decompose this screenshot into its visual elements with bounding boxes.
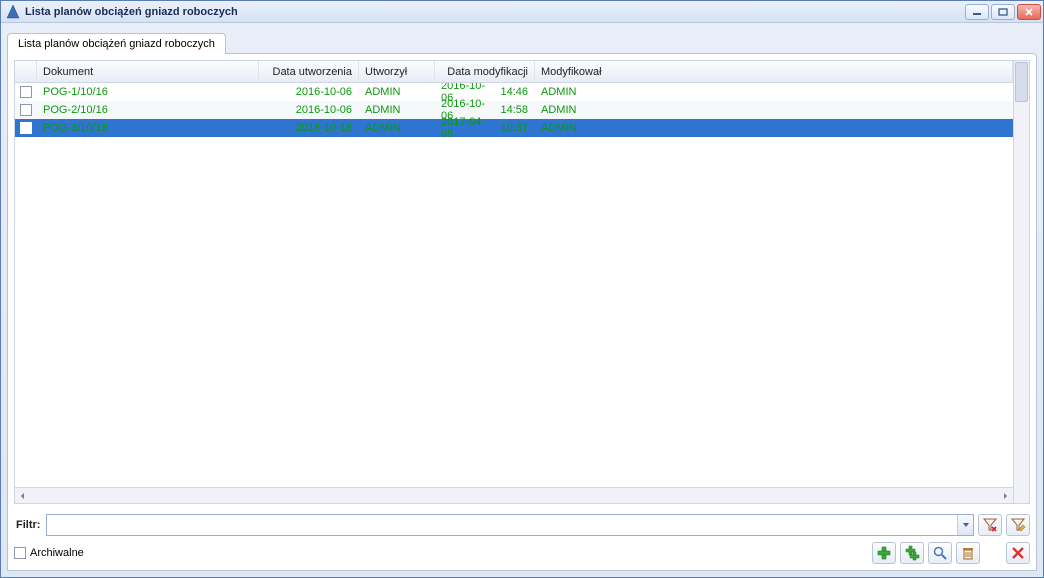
cell-data-utworzenia: 2016-10-18 bbox=[259, 122, 359, 134]
titlebar: Lista planów obciążeń gniazd roboczych bbox=[1, 1, 1043, 23]
app-icon bbox=[5, 4, 21, 20]
clear-filter-button[interactable] bbox=[978, 514, 1002, 536]
filter-row: Filtr: bbox=[8, 514, 1036, 536]
scroll-right-icon[interactable] bbox=[997, 488, 1013, 503]
trash-icon bbox=[960, 545, 976, 561]
cell-utworzyl: ADMIN bbox=[359, 104, 435, 116]
tabstrip: Lista planów obciążeń gniazd roboczych bbox=[7, 29, 1037, 53]
cell-utworzyl: ADMIN bbox=[359, 122, 435, 134]
delete-button[interactable] bbox=[956, 542, 980, 564]
window-title: Lista planów obciążeń gniazd roboczych bbox=[25, 6, 965, 18]
table-row[interactable]: POG-2/10/162016-10-06ADMIN2016-10-0614:5… bbox=[15, 101, 1013, 119]
window-buttons bbox=[965, 4, 1041, 20]
filter-combo[interactable] bbox=[46, 514, 974, 536]
footer: Filtr: bbox=[8, 510, 1036, 570]
col-dokument[interactable]: Dokument bbox=[37, 61, 259, 82]
view-button[interactable] bbox=[928, 542, 952, 564]
row-checkbox[interactable] bbox=[20, 104, 32, 116]
window: Lista planów obciążeń gniazd roboczych L… bbox=[0, 0, 1044, 578]
row-checkbox-cell[interactable] bbox=[15, 122, 37, 134]
toolbar bbox=[872, 542, 1030, 564]
plus-multi-icon bbox=[904, 545, 920, 561]
h-scrollbar[interactable] bbox=[15, 487, 1013, 503]
minimize-button[interactable] bbox=[965, 4, 989, 20]
row-checkbox-cell[interactable] bbox=[15, 86, 37, 98]
bottom-row: Archiwalne bbox=[8, 542, 1036, 570]
col-utworzyl[interactable]: Utworzył bbox=[359, 61, 435, 82]
grid-main: Dokument Data utworzenia Utworzył Data m… bbox=[15, 61, 1013, 503]
cell-dokument: POG-1/10/16 bbox=[37, 86, 259, 98]
chevron-down-icon[interactable] bbox=[957, 515, 973, 535]
cell-modyfikowal: ADMIN bbox=[535, 86, 1013, 98]
plus-icon bbox=[876, 545, 892, 561]
col-checkbox[interactable] bbox=[15, 61, 37, 82]
row-checkbox[interactable] bbox=[20, 122, 32, 134]
funnel-clear-icon bbox=[982, 517, 998, 533]
close-button[interactable] bbox=[1006, 542, 1030, 564]
table-row[interactable]: POG-3/10/162016-10-18ADMIN2017-04-0510:3… bbox=[15, 119, 1013, 137]
close-window-button[interactable] bbox=[1017, 4, 1041, 20]
col-data-modyfikacji[interactable]: Data modyfikacji bbox=[435, 61, 535, 82]
archival-group: Archiwalne bbox=[14, 547, 84, 559]
cell-dokument: POG-2/10/16 bbox=[37, 104, 259, 116]
client-area: Lista planów obciążeń gniazd roboczych D… bbox=[1, 23, 1043, 577]
main-panel: Dokument Data utworzenia Utworzył Data m… bbox=[7, 53, 1037, 571]
row-checkbox-cell[interactable] bbox=[15, 104, 37, 116]
archival-checkbox[interactable] bbox=[14, 547, 26, 559]
scroll-left-icon[interactable] bbox=[15, 488, 31, 503]
cell-data-utworzenia: 2016-10-06 bbox=[259, 86, 359, 98]
tab-list[interactable]: Lista planów obciążeń gniazd roboczych bbox=[7, 33, 226, 54]
filter-label: Filtr: bbox=[14, 519, 42, 531]
cell-data-mod-time: 10:37 bbox=[497, 122, 535, 134]
add-series-button[interactable] bbox=[900, 542, 924, 564]
cell-dokument: POG-3/10/16 bbox=[37, 122, 259, 134]
cell-data-utworzenia: 2016-10-06 bbox=[259, 104, 359, 116]
cell-data-mod-date: 2017-04-05 bbox=[435, 116, 497, 140]
grid-body[interactable]: POG-1/10/162016-10-06ADMIN2016-10-0614:4… bbox=[15, 83, 1013, 487]
col-modyfikowal[interactable]: Modyfikował bbox=[535, 61, 1013, 82]
v-scroll-thumb[interactable] bbox=[1015, 62, 1028, 102]
close-icon bbox=[1010, 545, 1026, 561]
archival-label: Archiwalne bbox=[30, 547, 84, 559]
maximize-button[interactable] bbox=[991, 4, 1015, 20]
cell-data-mod-time: 14:58 bbox=[497, 104, 535, 116]
magnifier-icon bbox=[932, 545, 948, 561]
add-button[interactable] bbox=[872, 542, 896, 564]
funnel-edit-icon bbox=[1010, 517, 1026, 533]
cell-utworzyl: ADMIN bbox=[359, 86, 435, 98]
row-checkbox[interactable] bbox=[20, 86, 32, 98]
cell-modyfikowal: ADMIN bbox=[535, 104, 1013, 116]
cell-modyfikowal: ADMIN bbox=[535, 122, 1013, 134]
build-filter-button[interactable] bbox=[1006, 514, 1030, 536]
v-scrollbar[interactable] bbox=[1013, 61, 1029, 503]
cell-data-mod-time: 14:46 bbox=[497, 86, 535, 98]
grid: Dokument Data utworzenia Utworzył Data m… bbox=[14, 60, 1030, 504]
col-data-utworzenia[interactable]: Data utworzenia bbox=[259, 61, 359, 82]
table-row[interactable]: POG-1/10/162016-10-06ADMIN2016-10-0614:4… bbox=[15, 83, 1013, 101]
grid-header: Dokument Data utworzenia Utworzył Data m… bbox=[15, 61, 1013, 83]
